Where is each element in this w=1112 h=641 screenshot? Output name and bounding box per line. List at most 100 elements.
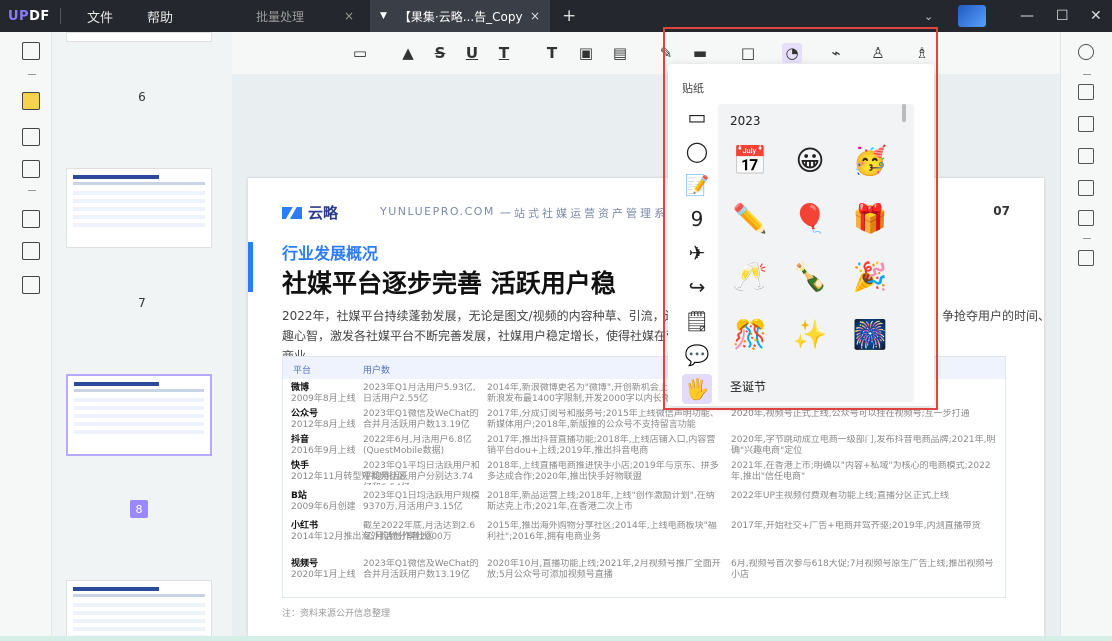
row-platform: 快手 — [291, 461, 310, 471]
sticker-scrollbar[interactable] — [902, 104, 906, 122]
text-callout-icon[interactable]: ▤ — [610, 43, 630, 63]
textbox-icon[interactable]: ▣ — [576, 43, 596, 63]
row-date: 2009年6月创建 — [291, 502, 356, 512]
crop-icon[interactable] — [22, 242, 40, 260]
signature-icon[interactable]: ♗ — [912, 43, 932, 63]
sticker-item[interactable]: 🎈 — [790, 198, 830, 238]
sticker-item[interactable]: 🎆 — [850, 314, 890, 354]
account-avatar[interactable] — [958, 5, 986, 27]
tab-caret-icon[interactable]: ▼ — [380, 11, 387, 21]
row-date: 2009年8月上线 — [291, 394, 356, 404]
edit-pdf-icon[interactable] — [22, 128, 40, 146]
row-history: 2017年,分成订阅号和服务号;2015年上线微信声明功能、新媒体用户;2018… — [487, 409, 719, 430]
page-number-6: 6 — [138, 90, 146, 104]
organize-pages-icon[interactable] — [22, 210, 40, 228]
page-thumbnail-9[interactable] — [66, 580, 212, 640]
stamp-icon[interactable]: ♙ — [868, 43, 888, 63]
menu-help[interactable]: 帮助 — [147, 7, 173, 26]
text-icon[interactable]: T — [542, 43, 562, 63]
section-accent-bar — [248, 242, 253, 292]
tab-batch[interactable]: 批量处理 × — [228, 0, 368, 32]
sticker-item[interactable]: 😀 — [790, 140, 830, 180]
minimize-button[interactable]: — — [1020, 0, 1034, 32]
row-platform: 公众号 — [291, 409, 319, 419]
ocr-icon[interactable] — [1078, 84, 1094, 100]
pencil-icon[interactable]: ✎ — [656, 43, 676, 63]
sticker-item[interactable]: 🎁 — [850, 198, 890, 238]
sticker-section-2023: 2023 — [730, 114, 761, 128]
sticker-panel-title: 贴纸 — [682, 82, 704, 95]
page-thumbnail-8[interactable] — [66, 374, 212, 456]
sticker-category-3[interactable]: 9 — [682, 204, 712, 234]
sticker-category-8[interactable]: 🖐 — [682, 374, 712, 404]
row-users: 2023年Q1微信及WeChat的合并月活跃用户数13.19亿 — [363, 559, 479, 580]
row-platform: B站 — [291, 491, 307, 501]
bottom-strip — [0, 636, 1112, 641]
highlight-icon[interactable]: ▲ — [398, 43, 418, 63]
page-thumbnail-7[interactable] — [66, 168, 212, 248]
tab-batch-label: 批量处理 — [256, 9, 305, 24]
sticker-icon[interactable]: ◔ — [782, 43, 802, 63]
new-tab-button[interactable]: + — [562, 6, 576, 26]
row-history: 2018年,新品运营上线;2018年,上线"创作激励计划",在纳斯达克上市;20… — [487, 491, 715, 512]
section-heading: 社媒平台逐步完善 活跃用户稳 — [282, 269, 616, 298]
row-history-recent: 2020年,字节跳动成立电商一级部门,发布抖音电商品牌;2021年,明确"兴趣电… — [731, 435, 996, 456]
sticker-item[interactable]: ✨ — [790, 314, 830, 354]
row-platform: 小红书 — [291, 521, 319, 531]
sticker-item[interactable]: 🎊 — [730, 314, 770, 354]
protect-icon[interactable] — [1078, 148, 1094, 164]
save-icon[interactable] — [1078, 250, 1094, 266]
row-users: 2023年Q1平均日活跃用户和平均月活跃用户分别达3.74亿和6.54亿 — [363, 461, 480, 485]
sticker-item[interactable]: 🍾 — [790, 256, 830, 296]
attachment-icon[interactable]: ⌁ — [826, 43, 846, 63]
email-icon[interactable] — [1078, 210, 1094, 226]
sticker-category-1[interactable]: ◯ — [682, 136, 712, 166]
sticker-category-0[interactable]: ▭ — [682, 102, 712, 132]
section-paragraph-tail: 争抢夺用户的时间、 — [942, 309, 1042, 323]
close-window-button[interactable]: ✕ — [1090, 0, 1102, 32]
table-row: 视频号 2020年1月上线 — [291, 559, 356, 581]
table-header-platform: 平台 — [293, 366, 312, 376]
sticker-category-6[interactable]: 🗒 — [682, 306, 712, 336]
underline-icon[interactable]: U — [462, 43, 482, 63]
row-users: 2023年Q1月活用户5.93亿,日活用户2.55亿 — [363, 383, 476, 404]
sticker-item[interactable]: ✏️ — [730, 198, 770, 238]
tab-document-close-icon[interactable]: × — [530, 9, 540, 23]
sticker-category-4[interactable]: ✈ — [682, 238, 712, 268]
search-icon[interactable] — [1078, 44, 1094, 60]
page-thumbnail-top[interactable] — [66, 32, 212, 42]
row-platform: 视频号 — [291, 559, 319, 569]
sticker-category-5[interactable]: ↪ — [682, 272, 712, 302]
tab-batch-close-icon[interactable]: × — [344, 9, 354, 23]
table-row: 微博 2009年8月上线 — [291, 383, 356, 405]
sticker-item[interactable]: 🥂 — [730, 256, 770, 296]
tabs-dropdown-icon[interactable]: ⌄ — [924, 0, 933, 32]
shape-icon[interactable]: □ — [738, 43, 758, 63]
sticker-category-2[interactable]: 📝 — [682, 170, 712, 200]
eraser-icon[interactable]: ▬ — [690, 43, 710, 63]
menu-file[interactable]: 文件 — [87, 7, 113, 26]
comment-icon[interactable]: ▭ — [350, 43, 370, 63]
sticker-category-7[interactable]: 💬 — [682, 340, 712, 370]
reader-icon[interactable] — [22, 42, 40, 60]
sticker-item[interactable]: 🎉 — [850, 256, 890, 296]
sticker-item[interactable]: 📅 — [730, 140, 770, 180]
strikethrough-icon[interactable]: S — [430, 43, 450, 63]
form-icon[interactable] — [22, 160, 40, 178]
share-icon[interactable] — [1078, 180, 1094, 196]
squiggly-icon[interactable]: T — [494, 43, 514, 63]
layers-icon[interactable] — [22, 276, 40, 294]
tab-document[interactable]: ▼ 【果集·云略...告_Copy × — [370, 0, 550, 32]
convert-icon[interactable] — [1078, 116, 1094, 132]
row-users: 2023年Q1日均活跃用户规模9370万,月活用户3.15亿 — [363, 491, 480, 512]
row-history-recent: 6月,视频号首次参与618大促;7月视频号原生广告上线;推出视频号小店 — [731, 559, 994, 580]
left-tool-sidebar — [0, 32, 52, 636]
sidebar-divider — [28, 190, 36, 191]
annotation-toolbar: ▭ ▲ S U T T ▣ ▤ ✎ ▬ □ ◔ ⌁ ♙ ♗ — [232, 32, 1060, 74]
app-logo: UPDF — [8, 8, 50, 24]
maximize-button[interactable]: ☐ — [1056, 0, 1069, 32]
tab-document-label: 【果集·云略...告_Copy — [398, 9, 523, 24]
comment-highlighter-icon[interactable] — [22, 92, 40, 110]
sticker-item[interactable]: 🥳 — [850, 140, 890, 180]
row-history-recent: 2021年,在香港上市;明确以"内容+私域"为核心的电商模式;2022年,推出"… — [731, 461, 991, 482]
